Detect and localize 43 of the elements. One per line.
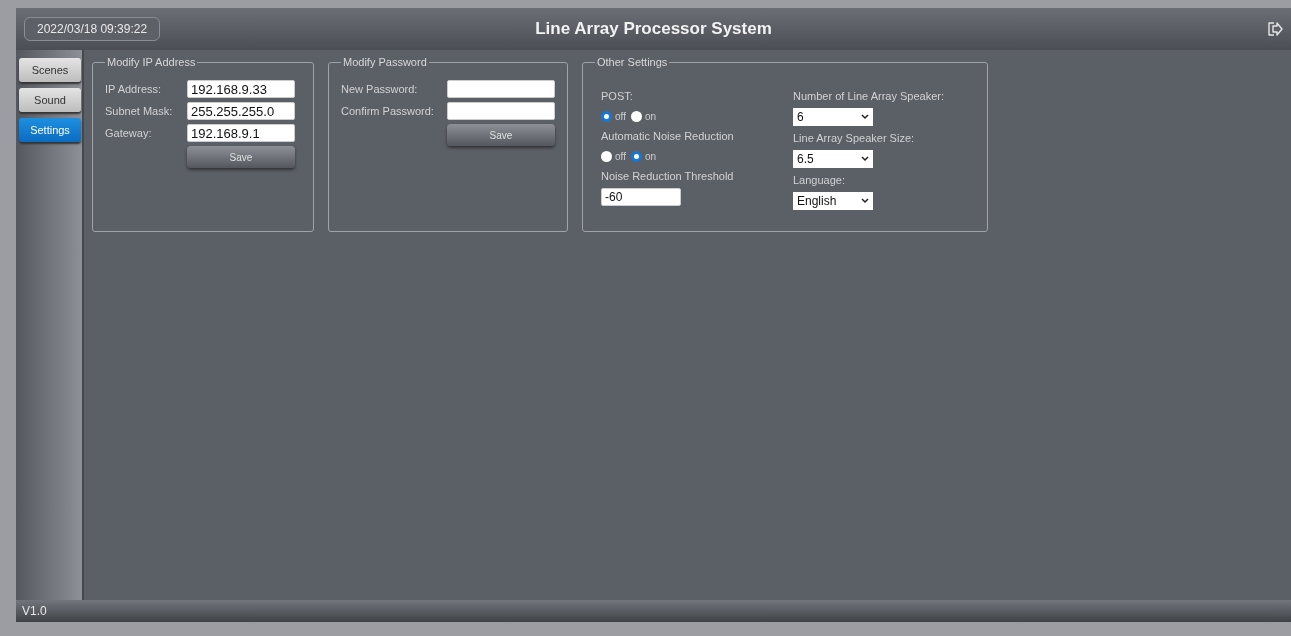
- setting-label: POST:: [601, 90, 634, 102]
- radio-label: off: [615, 150, 626, 162]
- version-label: V1.0: [22, 604, 47, 618]
- save-button[interactable]: Save: [187, 146, 295, 168]
- field-label: New Password:: [341, 83, 419, 95]
- radio-button[interactable]: [601, 150, 612, 162]
- field-label: Confirm Password:: [341, 105, 435, 117]
- radio-button[interactable]: [630, 110, 642, 122]
- input-field[interactable]: -60: [601, 188, 681, 206]
- dropdown[interactable]: 6: [793, 108, 873, 126]
- nav-tab[interactable]: Settings: [19, 118, 81, 142]
- save-button[interactable]: Save: [447, 124, 555, 146]
- panel-title: Other Settings: [596, 56, 669, 68]
- radio-button[interactable]: [630, 150, 642, 162]
- field-label: IP Address:: [105, 83, 163, 95]
- caret-icon: [861, 198, 869, 204]
- app-title: Line Array Processor System: [535, 19, 772, 39]
- radio-label: on: [644, 110, 657, 122]
- panel-title: Modify IP Address: [106, 56, 197, 68]
- input-field[interactable]: 192.168.9.1: [187, 124, 295, 142]
- field-label: Subnet Mask:: [105, 105, 174, 117]
- password-field[interactable]: [447, 80, 555, 98]
- setting-label: Language:: [793, 174, 846, 186]
- input-field[interactable]: 192.168.9.33: [187, 80, 295, 98]
- setting-label: Number of Line Array Speaker:: [793, 90, 945, 102]
- caret-icon: [861, 114, 869, 120]
- date-time-display: 2022/03/18 09:39:22: [24, 17, 161, 41]
- input-field[interactable]: 255.255.255.0: [187, 102, 295, 120]
- setting-label: Noise Reduction Threshold: [601, 170, 735, 182]
- setting-label: Line Array Speaker Size:: [793, 132, 916, 144]
- radio-label: on: [644, 150, 657, 162]
- radio-label: off: [615, 110, 626, 122]
- logout-icon[interactable]: [1267, 21, 1283, 37]
- field-label: Gateway:: [105, 127, 153, 139]
- caret-icon: [861, 156, 869, 162]
- dropdown[interactable]: 6.5: [793, 150, 873, 168]
- radio-button[interactable]: [601, 110, 612, 122]
- nav-tab[interactable]: Sound: [19, 88, 81, 112]
- panel-title: Modify Password: [342, 56, 428, 68]
- nav-tab[interactable]: Scenes: [19, 58, 81, 82]
- password-field[interactable]: [447, 102, 555, 120]
- setting-label: Automatic Noise Reduction: [601, 130, 735, 142]
- dropdown[interactable]: English: [793, 192, 873, 210]
